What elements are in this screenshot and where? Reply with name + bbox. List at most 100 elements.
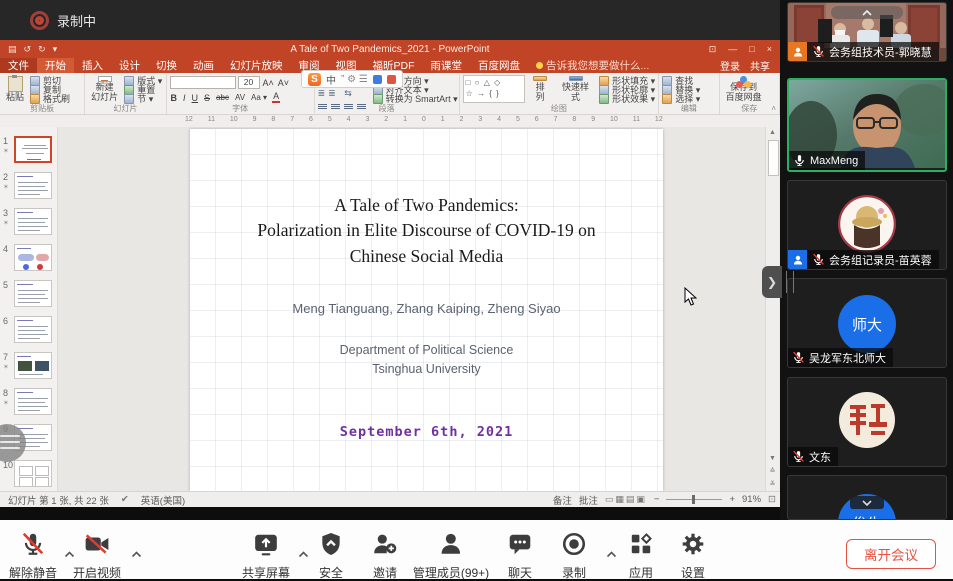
collapse-tile-chevron-icon[interactable] [831, 6, 903, 19]
participant-tile-6[interactable]: 俊生 [787, 475, 947, 520]
toolbar-record-chevron-icon[interactable] [606, 545, 617, 563]
ribbon-options-icon[interactable]: ⊡ [709, 44, 717, 55]
ribbon-tab-切换[interactable]: 切换 [148, 58, 185, 73]
sogou-logo-icon[interactable]: S [308, 73, 321, 86]
qat-dropdown-icon[interactable]: ▾ [53, 44, 58, 55]
shapes-gallery[interactable]: □ ○ △ ◇☆ → { } [463, 75, 526, 103]
notes-button[interactable]: 备注 [553, 493, 572, 507]
zoom-slider[interactable] [666, 499, 722, 500]
toolbar-chat-button[interactable]: 聊天 [507, 531, 533, 581]
slide-canvas[interactable]: A Tale of Two Pandemics: Polarization in… [190, 129, 663, 491]
shape-effects-button[interactable]: 形状效果 ▾ [599, 94, 655, 103]
sogou-mode[interactable]: 中 [326, 72, 336, 87]
italic-button[interactable]: I [182, 93, 187, 103]
sidebar-collapse-handle[interactable]: ❯ [762, 266, 782, 298]
view-switcher-icons[interactable]: ▭▦▤▣ [605, 494, 647, 505]
ribbon-tab-插入[interactable]: 插入 [74, 58, 111, 73]
format-painter-button[interactable]: 格式刷 [30, 94, 70, 103]
select-button[interactable]: 选择 ▾ [662, 94, 700, 103]
previous-slide-icon[interactable]: ≙ [766, 466, 779, 478]
slide-thumbnail-8[interactable]: 8✶ [0, 388, 57, 415]
shrink-font-icon[interactable]: A˅ [277, 78, 290, 88]
sidebar-resize-grip[interactable] [786, 271, 794, 293]
toolbar-shield-button[interactable]: 安全 [318, 531, 344, 581]
participant-tile-5[interactable]: 文东 [787, 377, 947, 467]
paste-button[interactable]: 粘贴 [3, 75, 27, 103]
ribbon-tab-雨课堂[interactable]: 雨课堂 [423, 58, 471, 73]
ribbon-tab-文件[interactable]: 文件 [0, 58, 37, 73]
save-to-baidu-button[interactable]: 保存到百度网盘 [723, 75, 765, 103]
slide-thumbnail-6[interactable]: 6 [0, 316, 57, 343]
grow-font-icon[interactable]: A˄ [262, 78, 275, 88]
fit-to-window-icon[interactable]: ⊡ [768, 494, 776, 505]
leave-meeting-button[interactable]: 离开会议 [846, 539, 936, 569]
font-color-button[interactable]: A [272, 92, 280, 103]
participant-tile-3[interactable]: 会务组记录员-苗英蓉 [787, 180, 947, 270]
language-status[interactable]: 英语(美国) [141, 493, 185, 507]
zoom-level[interactable]: 91% [742, 494, 761, 505]
slide-thumbnail-7[interactable]: 7✶ [0, 352, 57, 379]
font-name-box[interactable] [170, 76, 236, 89]
toolbar-members-button[interactable]: 管理成员(99+) [413, 531, 489, 581]
signin-link[interactable]: 登录 [720, 58, 740, 73]
toolbar-mic-off-chevron-icon[interactable] [64, 545, 75, 563]
section-button[interactable]: 节 ▾ [124, 94, 162, 103]
tell-me-box[interactable]: 告诉我您想要做什么... [528, 58, 657, 73]
change-case-button[interactable]: Aa ▾ [250, 93, 268, 102]
arrange-button[interactable]: 排列 [528, 75, 552, 103]
zoom-out-icon[interactable]: − [654, 494, 660, 505]
slide-title: A Tale of Two Pandemics: Polarization in… [190, 193, 663, 269]
participant-tile-1[interactable]: 会务组技术员-郭晓慧 [787, 2, 947, 62]
quick-styles-button[interactable]: 快速样式 [555, 75, 596, 103]
vertical-scrollbar[interactable]: ▲ ▼ ≙ ≚ [765, 127, 779, 491]
ribbon-tab-百度网盘[interactable]: 百度网盘 [470, 58, 528, 73]
save-icon[interactable]: ▤ [8, 44, 17, 55]
zoom-in-icon[interactable]: + [729, 494, 735, 505]
sogou-input-bar[interactable]: S 中 ” ⚙ ☰ [301, 70, 403, 88]
slide-thumbnail-5[interactable]: 5 [0, 280, 57, 307]
next-slide-icon[interactable]: ≚ [766, 479, 779, 491]
toolbar-cam-off-chevron-icon[interactable] [131, 545, 142, 563]
slide-thumbnail-3[interactable]: 3✶ [0, 208, 57, 235]
font-size-box[interactable]: 20 [238, 76, 260, 89]
scroll-up-icon[interactable]: ▲ [766, 127, 779, 139]
slide-thumbnail-2[interactable]: 2✶ [0, 172, 57, 199]
underline-button[interactable]: U [191, 93, 200, 103]
restore-icon[interactable]: □ [749, 44, 754, 55]
toolbar-mic-off-button[interactable]: 解除静音 [9, 531, 57, 581]
smartart-button[interactable]: 转换为 SmartArt ▾ [373, 94, 458, 103]
chat-icon [507, 531, 533, 562]
character-spacing-button[interactable]: AV [234, 93, 246, 102]
toolbar-share-screen-button[interactable]: 共享屏幕 [242, 531, 290, 581]
scrollbar-thumb[interactable] [768, 140, 779, 176]
new-slide-button[interactable]: 新建幻灯片 [88, 75, 121, 103]
undo-icon[interactable]: ↺ [24, 44, 32, 55]
toolbar-settings-button[interactable]: 设置 [680, 531, 706, 581]
ribbon-tab-幻灯片放映[interactable]: 幻灯片放映 [222, 58, 291, 73]
quick-access-toolbar[interactable]: ▤ ↺ ↻ ▾ [8, 44, 57, 55]
ribbon-tab-设计[interactable]: 设计 [111, 58, 148, 73]
spellcheck-icon[interactable]: ✔ [121, 494, 129, 505]
ribbon-tab-动画[interactable]: 动画 [185, 58, 222, 73]
strikethrough-button[interactable]: S [203, 93, 211, 103]
scroll-down-icon[interactable]: ▼ [766, 453, 779, 465]
redo-icon[interactable]: ↻ [38, 44, 46, 55]
toolbar-share-screen-chevron-icon[interactable] [298, 545, 309, 563]
slide-thumbnail-1[interactable]: 1✶ [0, 136, 57, 163]
participant-tile-2[interactable]: MaxMeng [787, 78, 947, 172]
ribbon-tab-开始[interactable]: 开始 [37, 58, 74, 73]
toolbar-cam-off-button[interactable]: 开启视频 [73, 531, 121, 581]
share-link[interactable]: 共享 [750, 58, 770, 73]
toolbar-apps-button[interactable]: 应用 [628, 531, 654, 581]
collapse-panel-chevron-icon[interactable] [850, 496, 884, 509]
minimize-icon[interactable]: — [728, 44, 737, 55]
bold-button[interactable]: B [170, 93, 179, 103]
toolbar-invite-button[interactable]: 邀请 [372, 531, 398, 581]
clear-formatting-button[interactable]: abc [215, 93, 230, 102]
close-icon[interactable]: × [767, 44, 772, 55]
comments-button[interactable]: 批注 [579, 493, 598, 507]
slide-thumbnail-10[interactable]: 10 [0, 460, 57, 487]
slide-thumbnail-4[interactable]: 4 [0, 244, 57, 271]
toolbar-record-button[interactable]: 录制 [561, 531, 587, 581]
participant-tile-4[interactable]: 师大 吴龙军东北师大 [787, 278, 947, 368]
